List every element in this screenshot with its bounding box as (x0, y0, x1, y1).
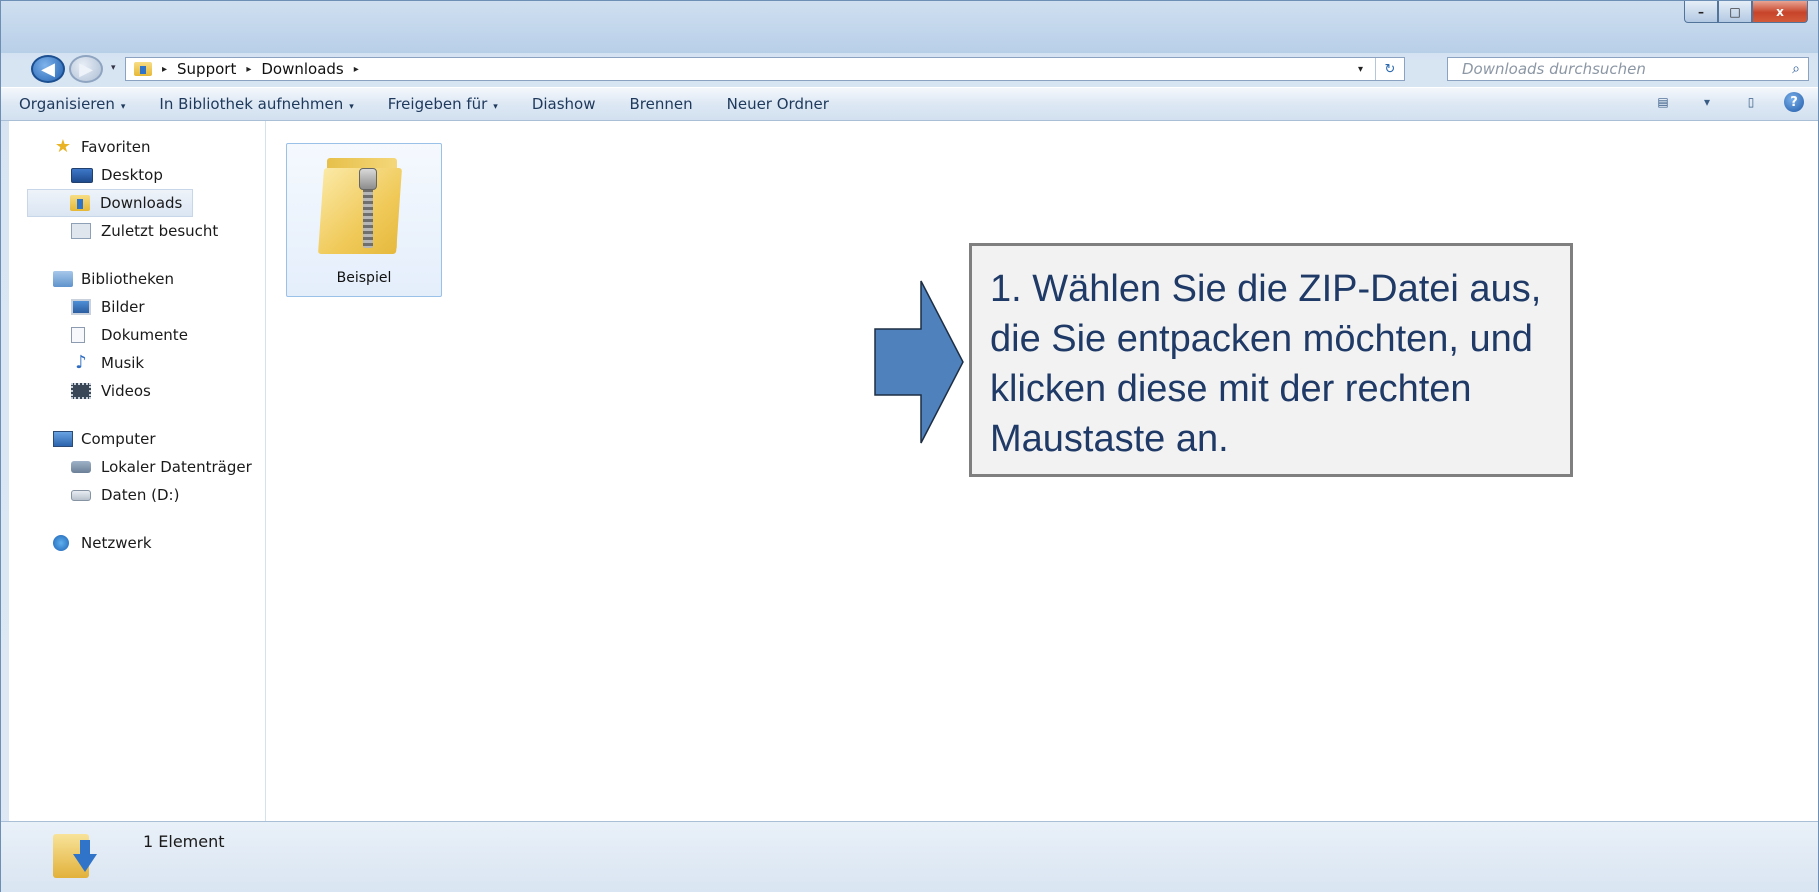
sidebar-item-label: Lokaler Datenträger (101, 458, 252, 476)
forward-button[interactable]: ▶ (69, 55, 103, 83)
arrow-shape (874, 280, 964, 444)
explorer-window: – □ x ◀ ▶ ▾ ▸ Support ▸ Downloads ▸ ▾ ↻ … (0, 0, 1819, 892)
sidebar-item-label: Videos (101, 382, 151, 400)
chevron-down-icon: ▾ (120, 102, 126, 112)
organize-menu[interactable]: Organisieren ▾ (19, 95, 125, 113)
sidebar-item-musik[interactable]: ♪ Musik (9, 349, 265, 377)
libraries-icon (53, 271, 73, 287)
breadcrumb-separator[interactable]: ▸ (246, 64, 251, 75)
organize-label: Organisieren (19, 95, 115, 113)
downloads-folder-icon (70, 195, 90, 211)
computer-group: Computer Lokaler Datenträger Daten (D:) (9, 425, 265, 509)
navigation-pane: ★ Favoriten Desktop Downloads Zuletzt be… (9, 121, 266, 821)
download-arrow-icon (73, 854, 97, 872)
libraries-group: Bibliotheken Bilder Dokumente ♪ Musik Vi… (9, 265, 265, 405)
view-controls: ▤ ▾ ▯ ? (1652, 92, 1804, 112)
drive-icon (71, 489, 91, 501)
file-item-beispiel[interactable]: Beispiel (286, 143, 442, 297)
sidebar-item-label: Daten (D:) (101, 486, 180, 504)
search-input[interactable]: Downloads durchsuchen (1462, 60, 1784, 78)
details-pane: 1 Element (1, 821, 1818, 892)
item-count: 1 Element (143, 832, 225, 851)
sidebar-item-label: Zuletzt besucht (101, 222, 219, 240)
chevron-down-icon: ▾ (349, 102, 354, 112)
change-view-icon[interactable]: ▤ (1652, 93, 1674, 111)
file-name: Beispiel (336, 270, 392, 286)
desktop-icon (71, 167, 93, 183)
sidebar-item-bilder[interactable]: Bilder (9, 293, 265, 321)
zip-folder-icon (317, 158, 409, 254)
sidebar-item-desktop[interactable]: Desktop (9, 161, 265, 189)
new-folder-button[interactable]: Neuer Ordner (727, 95, 829, 113)
breadcrumb-separator[interactable]: ▸ (162, 64, 167, 75)
downloads-folder-icon (134, 62, 152, 76)
callout-text: 1. Wählen Sie die ZIP-Datei aus, die Sie… (990, 268, 1542, 460)
sidebar-item-daten-d[interactable]: Daten (D:) (9, 481, 265, 509)
command-bar: Organisieren ▾ In Bibliothek aufnehmen ▾ F… (1, 87, 1818, 121)
sidebar-item-netzwerk[interactable]: Netzwerk (9, 529, 265, 557)
sidebar-item-label: Desktop (101, 166, 163, 184)
sidebar-item-label: Netzwerk (81, 534, 152, 552)
navigation-bar: ◀ ▶ ▾ ▸ Support ▸ Downloads ▸ ▾ ↻ Downlo… (1, 53, 1818, 85)
sidebar-item-zuletzt-besucht[interactable]: Zuletzt besucht (9, 217, 265, 245)
back-button[interactable]: ◀ (31, 55, 65, 83)
window-controls: – □ x (1684, 1, 1808, 23)
computer-icon (53, 431, 73, 447)
chevron-down-icon: ▾ (493, 102, 498, 112)
music-icon: ♪ (75, 352, 87, 373)
network-icon (53, 535, 69, 551)
breadcrumb-separator[interactable]: ▸ (354, 64, 359, 75)
local-drive-icon (71, 461, 91, 473)
close-button[interactable]: x (1752, 1, 1808, 23)
star-icon: ★ (54, 136, 72, 157)
view-options-dropdown[interactable]: ▾ (1696, 93, 1718, 111)
sidebar-item-label: Musik (101, 354, 145, 372)
share-with-label: Freigeben für (387, 95, 488, 113)
recent-pages-dropdown[interactable]: ▾ (111, 63, 116, 73)
sidebar-item-downloads[interactable]: Downloads (27, 189, 193, 217)
sidebar-item-label: Computer (81, 430, 156, 448)
help-icon[interactable]: ? (1784, 92, 1804, 112)
recent-places-icon (71, 223, 91, 239)
sidebar-item-label: Dokumente (101, 326, 188, 344)
sidebar-item-label: Favoriten (81, 138, 151, 156)
title-bar: – □ x (1, 1, 1818, 53)
breadcrumb-downloads[interactable]: Downloads (261, 60, 343, 78)
network-group: Netzwerk (9, 529, 265, 557)
address-history-dropdown[interactable]: ▾ (1358, 64, 1363, 75)
instruction-callout: 1. Wählen Sie die ZIP-Datei aus, die Sie… (969, 243, 1573, 477)
sidebar-item-bibliotheken[interactable]: Bibliotheken (9, 265, 265, 293)
search-icon[interactable]: ⌕ (1784, 61, 1808, 77)
sidebar-item-lokaler-datentraeger[interactable]: Lokaler Datenträger (9, 453, 265, 481)
maximize-button[interactable]: □ (1718, 1, 1752, 23)
sidebar-item-favoriten[interactable]: ★ Favoriten (9, 133, 265, 161)
downloads-folder-icon (53, 834, 97, 880)
video-icon (71, 383, 91, 399)
sidebar-item-label: Bibliotheken (81, 270, 174, 288)
share-with-menu[interactable]: Freigeben für ▾ (388, 95, 498, 113)
document-icon (71, 327, 85, 343)
slideshow-button[interactable]: Diashow (532, 95, 596, 113)
sidebar-item-dokumente[interactable]: Dokumente (9, 321, 265, 349)
include-in-library-label: In Bibliothek aufnehmen (159, 95, 344, 113)
burn-button[interactable]: Brennen (630, 95, 693, 113)
sidebar-item-videos[interactable]: Videos (9, 377, 265, 405)
breadcrumb-support[interactable]: Support (177, 60, 236, 78)
sidebar-item-label: Bilder (101, 298, 145, 316)
zipper-pull-icon (359, 168, 377, 190)
sidebar-item-label: Downloads (100, 194, 183, 212)
favorites-group: ★ Favoriten Desktop Downloads Zuletzt be… (9, 133, 265, 245)
minimize-button[interactable]: – (1684, 1, 1718, 23)
pointer-arrow-icon (874, 280, 964, 444)
pictures-icon (71, 299, 91, 315)
preview-pane-icon[interactable]: ▯ (1740, 93, 1762, 111)
address-bar[interactable]: ▸ Support ▸ Downloads ▸ ▾ ↻ (125, 57, 1405, 81)
sidebar-item-computer[interactable]: Computer (9, 425, 265, 453)
include-in-library-menu[interactable]: In Bibliothek aufnehmen ▾ (159, 95, 353, 113)
search-box[interactable]: Downloads durchsuchen ⌕ (1447, 57, 1809, 81)
address-bar-actions: ▾ ↻ (1358, 58, 1404, 80)
refresh-icon[interactable]: ↻ (1375, 58, 1404, 80)
